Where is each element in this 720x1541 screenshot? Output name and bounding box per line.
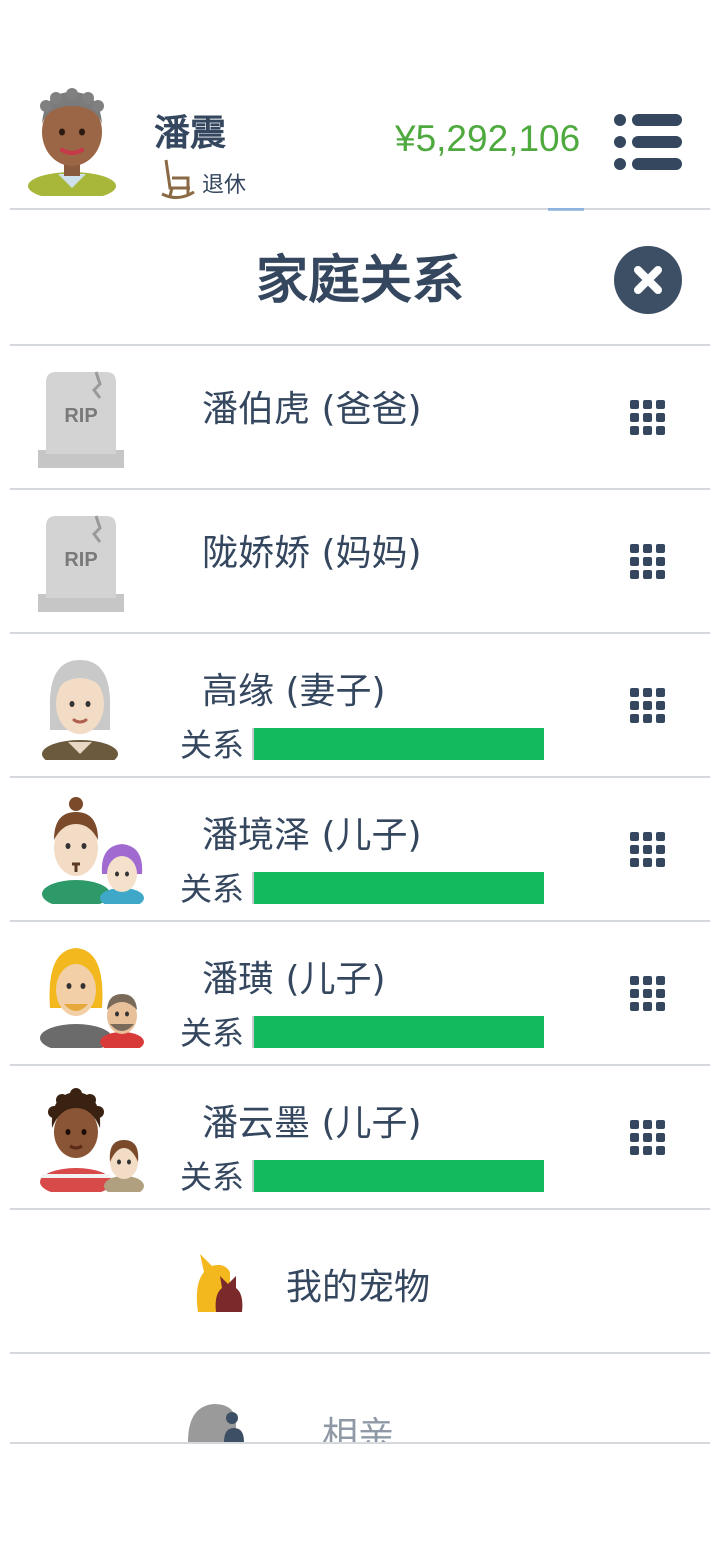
- relationship-label: 关系: [180, 1014, 245, 1052]
- family-member-name: 潘璜 (儿子): [202, 959, 386, 1000]
- header-divider: [10, 208, 710, 210]
- tombstone-icon: RIP: [38, 371, 124, 468]
- grid-menu-icon[interactable]: [628, 398, 668, 438]
- my-pets-button[interactable]: 我的宠物: [10, 1210, 710, 1354]
- family-row-father[interactable]: RIP 潘伯虎 (爸爸): [10, 346, 710, 490]
- tombstone-text: RIP: [64, 405, 97, 427]
- family-member-name: 潘云墨 (儿子): [202, 1103, 422, 1144]
- family-row-son-2[interactable]: 潘璜 (儿子) 关系: [10, 922, 710, 1066]
- grid-menu-icon[interactable]: [628, 542, 668, 582]
- relationship-bar: [252, 728, 544, 760]
- relationship-bar-fill: [254, 1160, 544, 1192]
- family-member-name: 潘伯虎 (爸爸): [202, 389, 422, 430]
- my-pets-label: 我的宠物: [286, 1267, 431, 1308]
- header: 潘震 退休 ¥5,292,106: [0, 0, 720, 210]
- player-avatar[interactable]: [26, 88, 118, 196]
- family-row-mother[interactable]: RIP 陇娇娇 (妈妈): [10, 490, 710, 634]
- menu-icon[interactable]: [612, 112, 684, 172]
- family-row-son-3[interactable]: 潘云墨 (儿子) 关系: [10, 1066, 710, 1210]
- blind-date-label: 相亲: [322, 1415, 395, 1444]
- blind-date-icon: [188, 1404, 244, 1442]
- relationship-label: 关系: [180, 1158, 245, 1196]
- player-name: 潘震: [154, 113, 227, 154]
- grid-menu-icon[interactable]: [628, 974, 668, 1014]
- tombstone-text: RIP: [64, 549, 97, 571]
- money-balance: ¥5,292,106: [395, 118, 581, 159]
- tombstone-icon: RIP: [38, 515, 124, 612]
- family-member-name: 潘境泽 (儿子): [202, 815, 422, 856]
- family-member-name: 高缘 (妻子): [202, 671, 386, 712]
- grid-menu-icon[interactable]: [628, 1118, 668, 1158]
- family-row-wife[interactable]: 高缘 (妻子) 关系: [10, 634, 710, 778]
- family-list: RIP 潘伯虎 (爸爸) RIP 陇娇娇 (妈妈) 高缘 (妻子) 关系 潘境泽…: [0, 346, 720, 1444]
- son-with-partner-avatar: [40, 948, 144, 1048]
- relationship-bar: [252, 1016, 544, 1048]
- blind-date-button[interactable]: 相亲: [10, 1354, 710, 1444]
- son-with-partner-avatar: [42, 797, 144, 904]
- rocking-chair-icon: [161, 159, 195, 199]
- family-row-son-1[interactable]: 潘境泽 (儿子) 关系: [10, 778, 710, 922]
- status-label: 退休: [202, 173, 247, 198]
- elder-woman-avatar: [42, 660, 118, 760]
- family-member-name: 陇娇娇 (妈妈): [202, 533, 422, 574]
- close-icon: [634, 266, 662, 294]
- grid-menu-icon[interactable]: [628, 686, 668, 726]
- scroll-indicator: [548, 208, 584, 211]
- relationship-bar-fill: [254, 872, 544, 904]
- pets-icon: [196, 1254, 243, 1312]
- relationship-label: 关系: [180, 726, 245, 764]
- relationship-bar-fill: [254, 1016, 544, 1048]
- relationship-bar: [252, 872, 544, 904]
- close-button[interactable]: [614, 246, 682, 314]
- grid-menu-icon[interactable]: [628, 830, 668, 870]
- son-with-partner-avatar: [40, 1088, 144, 1192]
- relationship-bar-fill: [254, 728, 544, 760]
- panel-title: 家庭关系: [255, 251, 464, 311]
- relationship-label: 关系: [180, 870, 245, 908]
- relationship-bar: [252, 1160, 544, 1192]
- player-status: 退休: [160, 158, 246, 200]
